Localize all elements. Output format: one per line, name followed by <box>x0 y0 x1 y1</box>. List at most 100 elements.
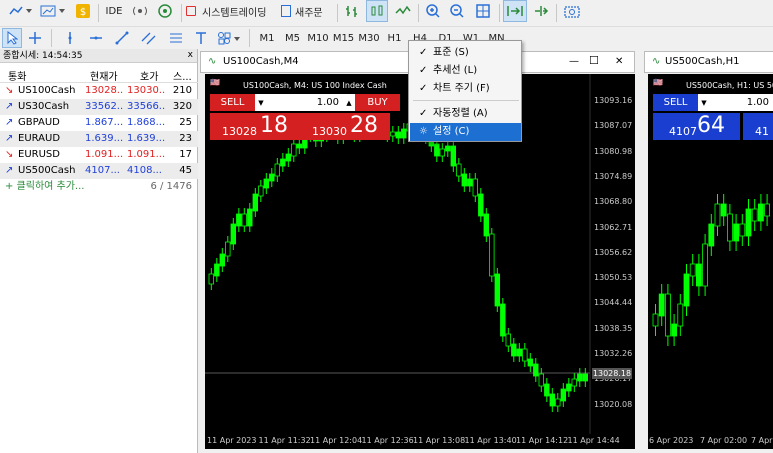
context-menu-label: 자동정렬 (A) <box>433 108 488 119</box>
minimize-icon[interactable]: — <box>569 52 579 72</box>
timeframe-m10[interactable]: M10 <box>306 27 330 49</box>
header-symbol[interactable]: 통화 <box>8 68 26 83</box>
bid-cell: 1.639... <box>85 133 123 144</box>
context-menu-item[interactable]: ✓ 차트 주기 (F) <box>410 80 521 98</box>
bar-chart-icon[interactable] <box>342 0 362 22</box>
new-order-icon <box>281 5 291 17</box>
sell-button[interactable]: SELL <box>210 94 255 111</box>
algo-trading-button[interactable]: 시스템트레이딩 <box>186 0 272 22</box>
volume-up-icon[interactable]: ▲ <box>343 94 355 111</box>
chart2-titlebar[interactable]: ∿ US500Cash,H1 <box>644 51 773 73</box>
market-row[interactable]: ↘ US100Cash 13028... 13030... 210 <box>0 83 198 99</box>
buy-price[interactable]: 13030 28 <box>300 113 390 140</box>
checkmark-icon: ✓ <box>419 108 428 119</box>
buy-price-small: 13030 <box>312 125 347 138</box>
candle <box>652 313 659 327</box>
sell-price[interactable]: 13028 18 <box>210 113 300 140</box>
screenshot-icon[interactable] <box>561 0 583 22</box>
time-tick: 6 Apr 2023 <box>649 436 694 445</box>
candle <box>733 223 739 242</box>
chart-shift-icon[interactable] <box>530 0 552 22</box>
market-row[interactable]: ↗ US30Cash 33562... 33566... 320 <box>0 99 198 115</box>
volume-down-icon[interactable]: ▼ <box>698 94 710 111</box>
volume-down-icon[interactable]: ▼ <box>255 94 267 111</box>
ide-button[interactable]: IDE <box>103 0 125 22</box>
maximize-icon[interactable]: ☐ <box>589 51 599 71</box>
market-row[interactable]: ↘ EURUSD 1.091... 1.091... 17 <box>0 147 198 163</box>
timeframe-m30[interactable]: M30 <box>357 27 381 49</box>
autoscroll-icon[interactable] <box>503 0 527 22</box>
candle <box>390 131 396 137</box>
dollar-icon[interactable]: $ <box>74 0 92 22</box>
market-row[interactable]: ↗ GBPAUD 1.867... 1.868... 25 <box>0 115 198 131</box>
time-tick: 11 Apr 13:40 <box>464 436 517 445</box>
trendline-icon[interactable] <box>112 27 132 49</box>
candle <box>439 148 445 157</box>
main-toolbar: $ IDE 시스템트레이딩 새주문 <box>0 0 773 27</box>
buy-price-small: 41 <box>755 125 769 138</box>
sell-button[interactable]: SELL <box>653 94 698 111</box>
candle <box>500 303 506 337</box>
text-tool-icon[interactable] <box>192 27 210 49</box>
timeframe-m1[interactable]: M1 <box>255 27 279 49</box>
candle <box>219 253 225 267</box>
fibonacci-icon[interactable] <box>165 27 187 49</box>
timeframe-m5[interactable]: M5 <box>281 27 305 49</box>
zoom-in-icon[interactable] <box>423 0 443 22</box>
close-icon[interactable]: x <box>188 50 193 60</box>
timeframe-h1[interactable]: H1 <box>383 27 407 49</box>
candle <box>527 358 533 367</box>
add-symbol-row[interactable]: + 클릭하여 추가... 6 / 1476 <box>0 179 198 195</box>
context-menu-item[interactable]: ✓ 추세선 (L) <box>410 62 521 80</box>
cursor-icon[interactable] <box>2 28 22 48</box>
vertical-line-icon[interactable] <box>60 27 80 49</box>
candle <box>236 213 242 227</box>
gear-icon: ☼ <box>419 126 428 137</box>
chart2-canvas[interactable]: 🇺🇸 US500Cash, H1: US 500 SELL ▼ 1.00 410… <box>648 74 773 449</box>
sell-price[interactable]: 4107 64 <box>653 113 740 140</box>
candle <box>689 263 696 277</box>
line-icon[interactable] <box>392 0 414 22</box>
candle <box>708 223 715 247</box>
candle <box>401 128 407 139</box>
close-icon[interactable]: ✕ <box>615 52 623 72</box>
vps-icon[interactable] <box>155 0 175 22</box>
symbol-count: 6 / 1476 <box>150 181 192 192</box>
candle <box>467 178 473 187</box>
crosshair-icon[interactable] <box>25 27 45 49</box>
candlestick-icon[interactable] <box>366 0 388 22</box>
new-order-button[interactable]: 새주문 <box>281 0 331 22</box>
candle <box>516 348 522 357</box>
header-ask[interactable]: 호가 <box>140 68 158 83</box>
volume-input[interactable]: 1.00 <box>710 94 773 111</box>
market-row[interactable]: ↗ EURAUD 1.639... 1.639... 23 <box>0 131 198 147</box>
price-tick: 13032.26 <box>594 349 633 358</box>
template-dropdown[interactable] <box>38 0 68 22</box>
shapes-icon <box>218 32 240 45</box>
context-menu-item[interactable]: ✓ 자동정렬 (A) <box>410 105 521 123</box>
zoom-out-icon[interactable] <box>447 0 467 22</box>
header-spread[interactable]: 스... <box>173 68 192 83</box>
candle <box>739 223 746 237</box>
header-bid[interactable]: 현재가 <box>90 68 118 83</box>
market-row[interactable]: ↗ US500Cash 4107... 4108... 45 <box>0 163 198 179</box>
signal-icon[interactable] <box>129 0 151 22</box>
spread-cell: 25 <box>179 117 192 128</box>
buy-button[interactable]: BUY <box>355 94 400 111</box>
candle <box>696 263 702 287</box>
context-menu: ✓ 표준 (S) ✓ 추세선 (L) ✓ 차트 주기 (F) ✓ 자동정렬 (A) ☼ 설정 (C… <box>408 40 522 142</box>
equidistant-channel-icon[interactable] <box>138 27 160 49</box>
timeframe-m15[interactable]: M15 <box>332 27 356 49</box>
volume-input[interactable]: 1.00 <box>267 94 343 111</box>
buy-price[interactable]: 41 <box>743 113 773 140</box>
chart2-title: US500Cash,H1 <box>665 56 740 67</box>
candle <box>395 131 401 139</box>
context-menu-item[interactable]: ☼ 설정 (C) <box>410 123 521 141</box>
candle <box>291 143 297 157</box>
tile-windows-icon[interactable] <box>472 0 494 22</box>
horizontal-line-icon[interactable] <box>86 27 106 49</box>
chart-type-dropdown[interactable] <box>6 0 34 22</box>
shapes-dropdown[interactable] <box>215 27 243 49</box>
candle <box>285 153 291 162</box>
context-menu-item[interactable]: ✓ 표준 (S) <box>410 44 521 62</box>
